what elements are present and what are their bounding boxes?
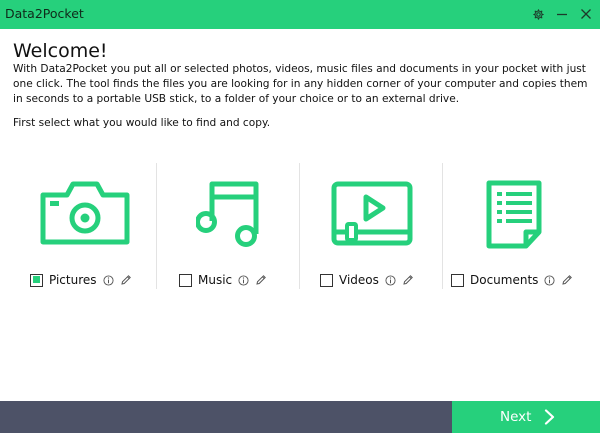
chevron-right-icon <box>544 409 555 425</box>
title-bar: Data2Pocket <box>0 0 600 29</box>
music-checkbox[interactable] <box>179 273 192 287</box>
pencil-icon[interactable] <box>255 274 267 286</box>
videos-label: Videos <box>339 273 379 287</box>
close-icon[interactable] <box>576 4 596 24</box>
documents-label: Documents <box>470 273 539 287</box>
document-icon[interactable] <box>486 180 546 250</box>
info-icon[interactable] <box>102 274 114 286</box>
info-icon[interactable] <box>385 274 396 286</box>
music-label: Music <box>198 273 233 287</box>
gear-icon[interactable] <box>528 4 548 24</box>
category-divider <box>156 163 157 289</box>
videos-checkbox[interactable] <box>320 273 333 287</box>
info-icon[interactable] <box>238 274 249 286</box>
pictures-checkbox[interactable] <box>30 273 43 287</box>
video-player-icon[interactable] <box>331 181 413 247</box>
footer-bar <box>0 401 452 433</box>
pencil-icon[interactable] <box>120 274 132 286</box>
info-icon[interactable] <box>544 274 555 286</box>
category-music[interactable]: Music <box>179 271 267 289</box>
minimize-icon[interactable] <box>552 4 572 24</box>
pencil-icon[interactable] <box>402 274 414 286</box>
window-title: Data2Pocket <box>5 6 84 21</box>
page-title: Welcome! <box>13 40 108 62</box>
next-label: Next <box>500 409 532 425</box>
category-videos[interactable]: Videos <box>320 271 414 289</box>
camera-icon[interactable] <box>40 181 130 245</box>
intro-text: With Data2Pocket you put all or selected… <box>13 63 588 105</box>
category-pictures[interactable]: Pictures <box>30 271 132 289</box>
next-button[interactable]: Next <box>452 401 600 433</box>
category-documents[interactable]: Documents <box>451 271 573 289</box>
pencil-icon[interactable] <box>561 274 573 286</box>
documents-checkbox[interactable] <box>451 273 464 287</box>
category-divider <box>299 163 300 289</box>
music-note-icon[interactable] <box>196 180 260 248</box>
instruction-text: First select what you would like to find… <box>13 117 271 129</box>
pictures-label: Pictures <box>49 273 97 287</box>
category-divider <box>442 163 443 289</box>
